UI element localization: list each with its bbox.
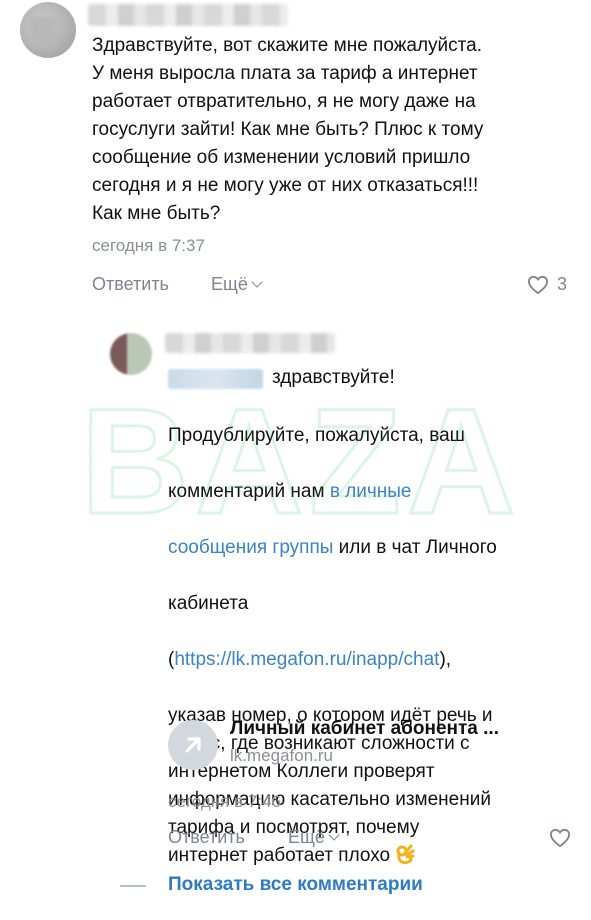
chevron-down-icon (251, 276, 263, 288)
ok-hand-emoji-icon (396, 844, 415, 865)
paren-close: ), (439, 649, 452, 670)
reply-line-3-text: или в чат Личного (333, 537, 497, 558)
commenter-avatar[interactable] (20, 2, 76, 58)
reply-more-button[interactable]: Ещё (288, 827, 340, 848)
reply-avatar[interactable] (110, 333, 152, 375)
link-card-icon[interactable] (168, 720, 218, 770)
chat-url-link[interactable]: https://lk.megafon.ru/inapp/chat (174, 649, 439, 670)
watermark-text: BAZA (81, 395, 522, 527)
more-button[interactable]: Ещё (211, 274, 263, 295)
reply-author-name-blurred[interactable] (165, 333, 335, 353)
external-link-arrow-icon (185, 737, 201, 753)
heart-icon (527, 275, 549, 294)
reply-reply-button[interactable]: Ответить (168, 827, 245, 848)
like-count: 3 (557, 274, 568, 294)
mention-blurred[interactable] (168, 369, 263, 389)
link-card-title[interactable]: Личный кабинет абонента ... (230, 718, 499, 740)
reply-line-5: (https://lk.megafon.ru/inapp/chat), (168, 646, 578, 674)
chevron-down-icon (328, 829, 340, 841)
reply-line-4: кабинета (168, 593, 249, 614)
reply-more-label: Ещё (288, 827, 325, 847)
commenter-name-blurred[interactable] (88, 4, 288, 26)
comment-text: Здравствуйте, вот скажите мне пожалуйста… (92, 35, 484, 224)
baza-watermark: BAZA (79, 395, 522, 527)
link-card-url[interactable]: lk.megafon.ru (230, 746, 333, 766)
show-all-comments-button[interactable]: Показать все комментарии (168, 874, 423, 896)
reply-timestamp: сегодня в 7:46 (168, 792, 281, 811)
comment-timestamp: сегодня в 7:37 (92, 236, 205, 255)
thread-divider (120, 885, 146, 887)
heart-icon[interactable] (549, 828, 571, 848)
private-messages-link-part2[interactable]: сообщения группы (168, 537, 333, 558)
more-label: Ещё (211, 274, 248, 294)
reply-line-3: сообщения группы или в чат Личного (168, 534, 578, 562)
reply-greeting: здравствуйте! (272, 367, 395, 388)
like-button[interactable]: 3 (527, 274, 567, 295)
reply-button[interactable]: Ответить (92, 274, 169, 295)
